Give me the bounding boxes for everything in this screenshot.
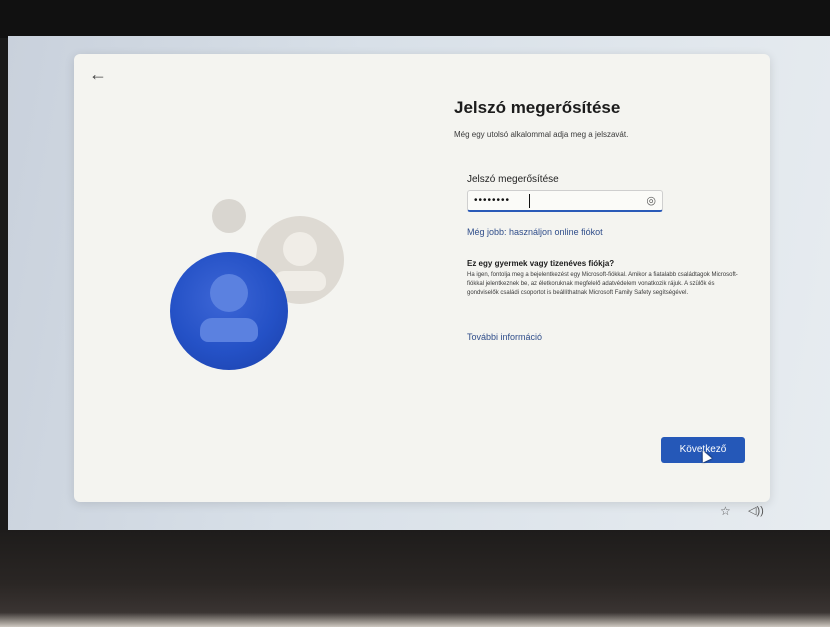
- eye-icon[interactable]: ◎: [646, 194, 656, 207]
- volume-icon[interactable]: ◁)): [748, 504, 764, 517]
- accessibility-icon[interactable]: ☆: [720, 504, 731, 518]
- password-value: ••••••••: [474, 195, 511, 206]
- page-title: Jelszó megerősítése: [454, 98, 621, 117]
- screen: ← Jelszó megerősítése Még egy utolsó alk…: [8, 36, 830, 532]
- more-info-link[interactable]: További információ: [467, 332, 542, 342]
- setup-dialog: ← Jelszó megerősítése Még egy utolsó alk…: [74, 54, 770, 502]
- arrow-left-icon: ←: [89, 64, 107, 84]
- user-blue-icon: [170, 252, 288, 370]
- back-button[interactable]: ←: [86, 62, 110, 86]
- small-dot-icon: [212, 199, 246, 233]
- child-account-text: Ha igen, fontolja meg a bejelentkezést e…: [467, 272, 738, 296]
- online-account-link[interactable]: Még jobb: használjon online fiókot: [467, 227, 603, 237]
- password-label: Jelszó megerősítése: [467, 174, 559, 185]
- monitor-stand-area: [0, 530, 830, 627]
- text-caret: [529, 194, 530, 208]
- monitor-bezel-top: [0, 0, 830, 38]
- child-account-heading: Ez egy gyermek vagy tizenéves fiókja?: [467, 259, 615, 268]
- page-subtitle: Még egy utolsó alkalommal adja meg a jel…: [454, 130, 629, 139]
- password-field[interactable]: •••••••• ◎: [467, 190, 663, 212]
